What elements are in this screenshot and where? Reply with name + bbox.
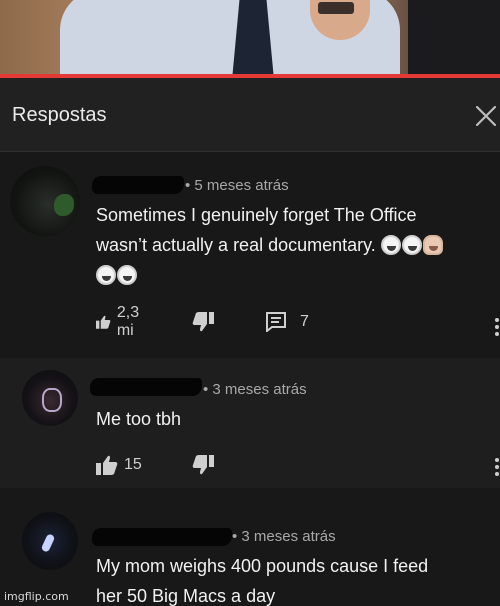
replies-header: Respostas [0, 78, 500, 152]
comment-text-line: Sometimes I genuinely forget The Office [96, 205, 417, 225]
redacted-username [90, 378, 202, 396]
like-count: 2,3 mi [116, 304, 140, 339]
video-frame[interactable] [0, 0, 500, 75]
comment-text: My mom weighs 400 pounds cause I feed he… [96, 551, 496, 606]
thumbs-up-icon [96, 455, 118, 475]
comment-meta: • 3 meses atrás [203, 381, 307, 398]
more-dot [495, 318, 499, 322]
more-dot [495, 465, 499, 469]
like-button[interactable]: 15 [96, 453, 142, 477]
thumbs-up-icon [96, 315, 111, 329]
comment-text-line: My mom weighs 400 pounds cause I feed [96, 556, 429, 576]
grinning-sweat-emoji-icon [117, 265, 137, 285]
comment: • 3 meses atrás My mom weighs 400 pounds… [0, 488, 500, 606]
grinning-sweat-emoji-icon [96, 265, 116, 285]
watermark: imgflip.com [4, 590, 69, 603]
more-dot [495, 458, 499, 462]
dislike-button[interactable] [192, 453, 214, 477]
avatar[interactable] [22, 512, 78, 570]
reply-count: 7 [300, 313, 309, 330]
reply-button[interactable]: 7 [266, 310, 309, 334]
close-button[interactable] [474, 104, 498, 128]
grinning-sweat-emoji-icon [380, 235, 401, 255]
more-options-button[interactable] [494, 458, 500, 478]
emoji-group [380, 235, 444, 255]
like-button[interactable]: 2,3 mi [96, 304, 146, 339]
more-dot [495, 332, 499, 336]
comment-text-line-with-emoji: wasn’t actually a real documentary. [96, 230, 496, 260]
comment-meta: • 5 meses atrás [185, 177, 289, 194]
dislike-button[interactable] [192, 310, 214, 334]
comment: • 3 meses atrás Me too tbh 15 [0, 358, 500, 488]
close-icon [475, 105, 497, 127]
video-monitor [408, 0, 500, 75]
grinning-sweat-emoji-icon [401, 235, 422, 255]
thumbs-down-icon [192, 455, 214, 475]
person-shrugging-emoji-icon [422, 235, 443, 255]
thumbs-down-icon [192, 312, 214, 332]
avatar[interactable] [22, 370, 78, 426]
like-count: 15 [124, 456, 142, 473]
comment-text: Me too tbh [96, 409, 182, 429]
redacted-username [92, 176, 184, 194]
comment-meta: • 3 meses atrás [232, 528, 336, 545]
more-dot [495, 472, 499, 476]
avatar[interactable] [10, 166, 80, 236]
comment: • 5 meses atrás Sometimes I genuinely fo… [0, 152, 500, 358]
comment-text-line: her 50 Big Macs a day [96, 586, 276, 606]
more-dot [495, 325, 499, 329]
comment-text-line: wasn’t actually a real documentary. [96, 235, 376, 255]
panel-title: Respostas [12, 104, 107, 126]
redacted-username [92, 528, 232, 546]
more-options-button[interactable] [494, 318, 500, 338]
emoji-line [96, 260, 496, 290]
comment-text: Sometimes I genuinely forget The Office … [96, 200, 496, 290]
video-watch [318, 2, 354, 14]
comment-icon [266, 312, 286, 332]
